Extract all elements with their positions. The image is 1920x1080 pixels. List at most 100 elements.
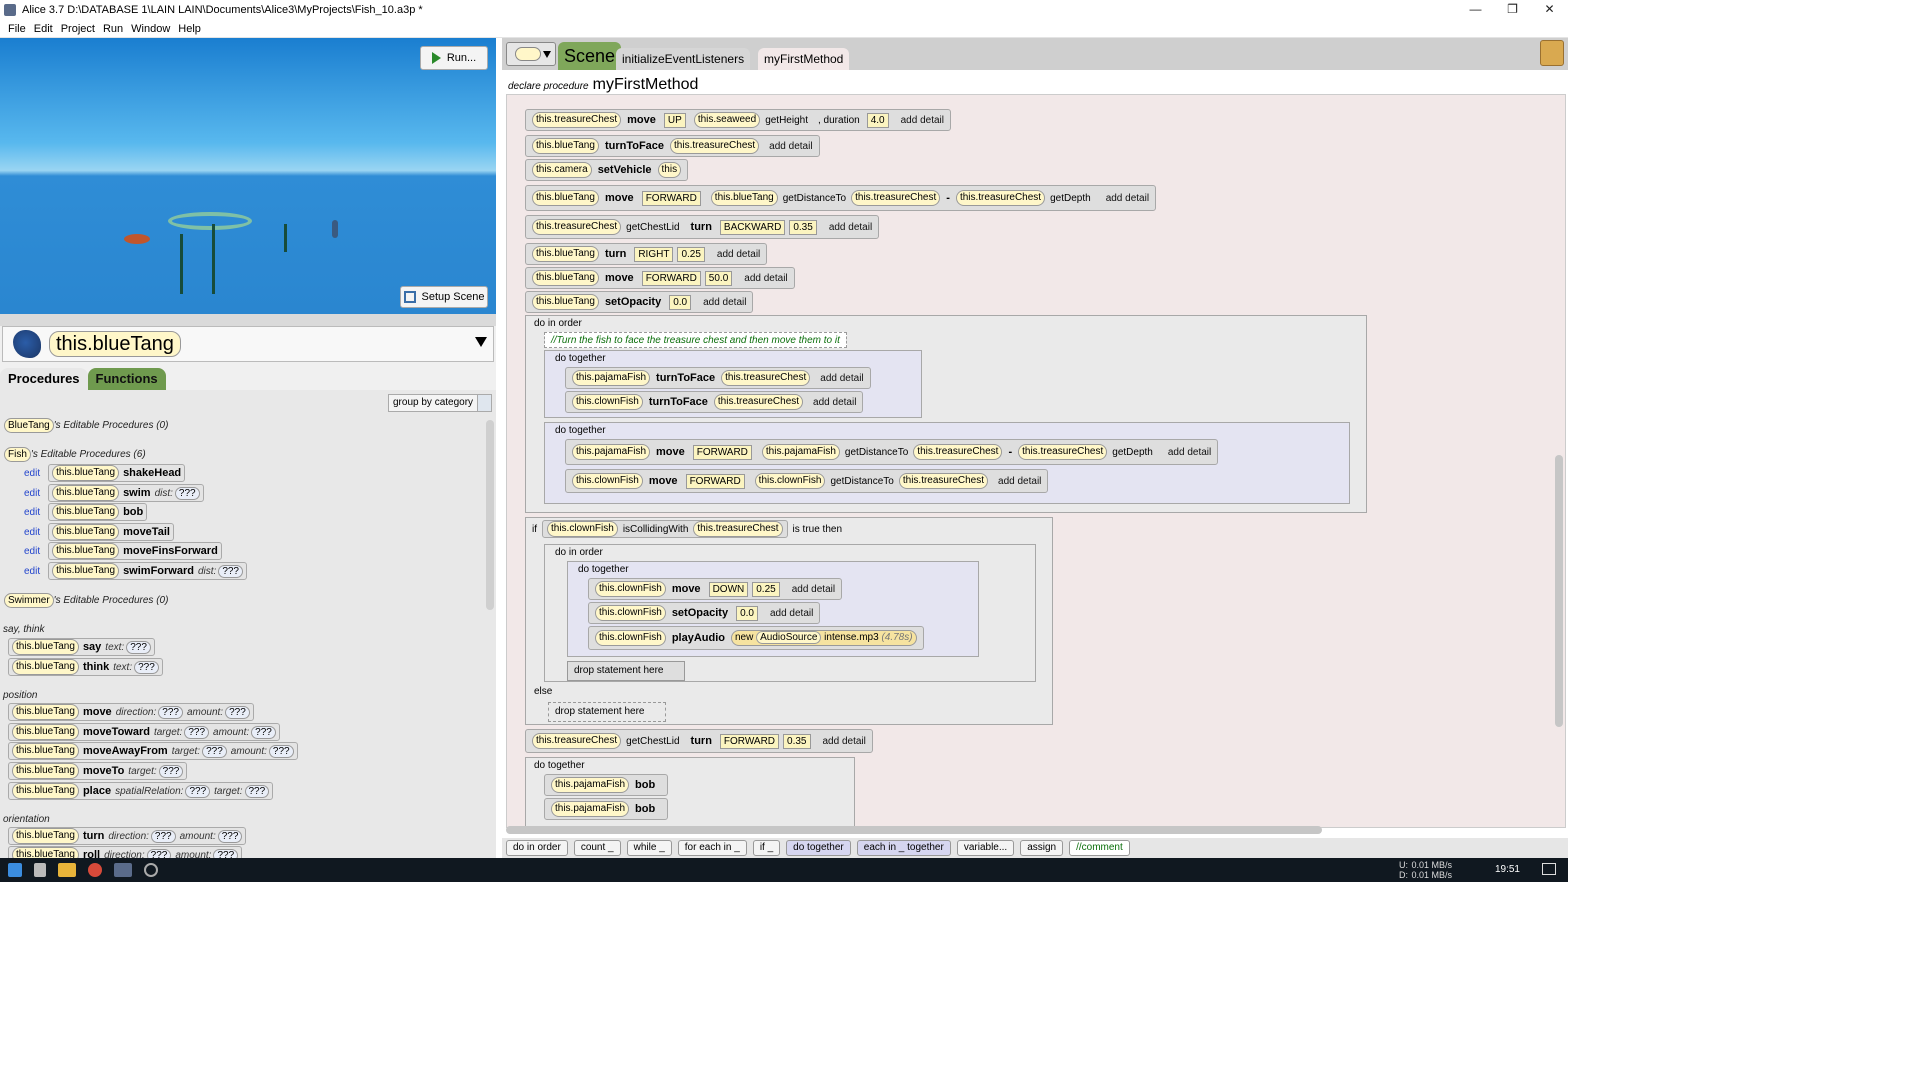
arg-value[interactable]: DOWN: [708, 581, 749, 597]
target-pill[interactable]: this.pajamaFish: [572, 444, 651, 460]
add-detail-button[interactable]: add detail: [820, 373, 863, 384]
do-together-block[interactable]: do together this.pajamaFish turnToFace t…: [544, 350, 922, 418]
add-detail-button[interactable]: add detail: [770, 608, 813, 619]
procedure-tile-moveawayfrom[interactable]: this.blueTang moveAwayFrom target:??? amoun…: [8, 742, 298, 760]
class-tile-bluetang[interactable]: BlueTang: [4, 417, 54, 433]
close-button[interactable]: ✕: [1531, 0, 1568, 20]
arg-value[interactable]: FORWARD: [719, 733, 780, 749]
statement-row[interactable]: this.blueTang setOpacity 0.0 add detail: [525, 291, 754, 313]
procedure-tile-shakehead[interactable]: this.blueTang shakeHead: [48, 464, 186, 482]
statement-row[interactable]: this.blueTang move FORWARD 50.0 add deta…: [525, 267, 795, 289]
arg-value[interactable]: FORWARD: [685, 473, 745, 489]
drop-statement-placeholder[interactable]: drop statement here: [567, 661, 685, 681]
arg-value[interactable]: FORWARD: [641, 190, 701, 206]
chevron-down-icon[interactable]: [475, 337, 487, 347]
do-together-block[interactable]: do together this.pajamaFish move FORWARD…: [544, 422, 1350, 504]
arg-value[interactable]: FORWARD: [692, 444, 752, 460]
edit-link[interactable]: edit: [24, 488, 40, 499]
drop-statement-placeholder[interactable]: drop statement here: [548, 702, 666, 722]
add-detail-button[interactable]: add detail: [1168, 447, 1211, 458]
add-detail-button[interactable]: add detail: [829, 222, 872, 233]
function-pill[interactable]: this.pajamaFish: [761, 444, 840, 460]
function-pill[interactable]: this.treasureChest: [955, 190, 1046, 206]
statement-row[interactable]: this.pajamaFish bob: [544, 798, 669, 820]
tab-my-first-method[interactable]: myFirstMethod: [758, 48, 850, 70]
arg-value[interactable]: 50.0: [704, 270, 733, 286]
target-pill[interactable]: this.pajamaFish: [551, 777, 630, 793]
new-audio-source[interactable]: new AudioSource intense.mp3 (4.78s): [730, 630, 917, 646]
task-view-icon[interactable]: [34, 863, 46, 877]
target-pill[interactable]: this.camera: [532, 162, 592, 178]
procedure-tile-movetoward[interactable]: this.blueTang moveToward target:??? amount:…: [8, 723, 280, 741]
group-by-dropdown[interactable]: group by category: [388, 394, 492, 412]
panel-splitter[interactable]: [0, 314, 496, 326]
statement-row[interactable]: this.blueTang turnToFace this.treasureCh…: [525, 135, 820, 157]
class-tile-fish[interactable]: Fish: [4, 446, 31, 462]
add-detail-button[interactable]: add detail: [1106, 193, 1149, 204]
procedure-tile-turn[interactable]: this.blueTang turn direction:??? amount:???: [8, 827, 247, 845]
function-pill[interactable]: this.clownFish: [754, 473, 826, 489]
control-comment[interactable]: //comment: [1069, 840, 1130, 856]
arg-pill[interactable]: this.treasureChest: [898, 473, 989, 489]
target-pill[interactable]: this.clownFish: [595, 630, 666, 646]
procedure-tile-swim[interactable]: this.blueTang swim dist:???: [48, 484, 204, 502]
run-button[interactable]: Run...: [420, 46, 488, 70]
target-pill[interactable]: this.blueTang: [532, 190, 599, 206]
type-selector-button[interactable]: [506, 42, 556, 66]
edit-link[interactable]: edit: [24, 527, 40, 538]
target-pill[interactable]: this.clownFish: [595, 605, 666, 621]
control-variable[interactable]: variable...: [956, 840, 1015, 856]
arg-value[interactable]: 0.0: [669, 294, 692, 310]
menu-file[interactable]: File: [8, 23, 26, 35]
arg-value[interactable]: 0.0: [736, 605, 758, 621]
class-tile-swimmer[interactable]: Swimmer: [4, 592, 54, 608]
arg-pill[interactable]: this.treasureChest: [670, 138, 760, 154]
procedure-tile-place[interactable]: this.blueTang place spatialRelation:??? tar…: [8, 782, 274, 800]
edit-link[interactable]: edit: [24, 546, 40, 557]
arg-value[interactable]: 0.35: [789, 219, 817, 235]
windows-start-icon[interactable]: [8, 863, 22, 877]
do-together-block[interactable]: do together this.pajamaFish bob this.paj…: [525, 757, 855, 827]
statement-row[interactable]: this.camera setVehicle this: [525, 159, 689, 181]
tab-scene[interactable]: Scene: [558, 42, 622, 70]
menu-project[interactable]: Project: [61, 23, 95, 35]
statement-row[interactable]: this.clownFish move DOWN 0.25 add detail: [588, 578, 843, 600]
minimize-button[interactable]: —: [1457, 0, 1494, 20]
control-while[interactable]: while _: [626, 840, 672, 856]
procedure-tile-bob[interactable]: this.blueTang bob: [48, 503, 148, 521]
arg-value[interactable]: FORWARD: [641, 270, 701, 286]
scene-viewport[interactable]: Run... Setup Scene: [0, 38, 496, 314]
procedure-tile-think[interactable]: this.blueTang think text:???: [8, 658, 163, 676]
target-pill[interactable]: this.clownFish: [547, 521, 618, 537]
arg-value[interactable]: 0.25: [677, 246, 705, 262]
if-block[interactable]: if this.clownFish isCollidingWith this.t…: [525, 517, 1053, 725]
statement-row[interactable]: this.treasureChest getChestLid turn BACK…: [525, 215, 880, 239]
add-detail-button[interactable]: add detail: [769, 141, 812, 152]
if-condition[interactable]: this.clownFish isCollidingWith this.trea…: [542, 520, 788, 538]
add-detail-button[interactable]: add detail: [823, 736, 866, 747]
target-pill[interactable]: this.pajamaFish: [572, 370, 651, 386]
statement-row[interactable]: this.blueTang turn RIGHT 0.25 add detail: [525, 243, 768, 265]
statement-row[interactable]: this.blueTang move FORWARD this.blueTang…: [525, 185, 1157, 211]
add-detail-button[interactable]: add detail: [998, 476, 1041, 487]
procedure-tile-say[interactable]: this.blueTang say text:???: [8, 638, 155, 656]
procedure-tile-swimforward[interactable]: this.blueTang swimForward dist:???: [48, 562, 247, 580]
editor-hscrollbar[interactable]: [506, 826, 1322, 834]
control-do-together[interactable]: do together: [786, 840, 851, 856]
add-detail-button[interactable]: add detail: [744, 273, 787, 284]
target-pill[interactable]: this.clownFish: [595, 581, 666, 597]
target-pill[interactable]: this.blueTang: [532, 246, 599, 262]
target-pill[interactable]: this.blueTang: [532, 294, 599, 310]
add-detail-button[interactable]: add detail: [792, 584, 835, 595]
arg-value[interactable]: 0.25: [752, 581, 780, 597]
target-pill[interactable]: this.clownFish: [572, 473, 643, 489]
target-pill[interactable]: this.blueTang: [532, 138, 599, 154]
add-detail-button[interactable]: add detail: [901, 115, 944, 126]
arg-pill[interactable]: this.treasureChest: [913, 444, 1003, 460]
target-pill[interactable]: this.blueTang: [532, 270, 599, 286]
arg-pill[interactable]: this.treasureChest: [713, 394, 804, 410]
clock-app-icon[interactable]: [144, 863, 158, 877]
statement-row[interactable]: this.clownFish move FORWARD this.clownFi…: [565, 469, 1049, 493]
target-pill[interactable]: this.treasureChest: [532, 733, 622, 749]
do-together-block[interactable]: do together this.clownFish move DOWN 0.2…: [567, 561, 979, 657]
